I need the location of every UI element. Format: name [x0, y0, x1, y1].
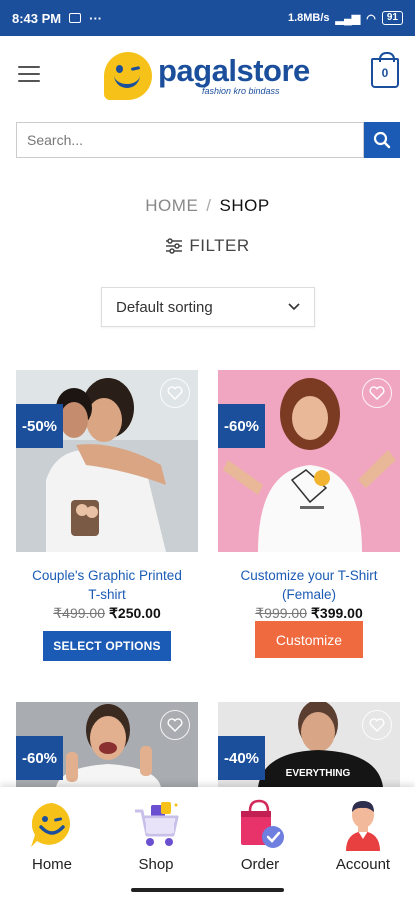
breadcrumb-separator: / [206, 196, 212, 215]
status-bar: 8:43 PM ··· 1.8MB/s ▂▄▆ ◠ 91 [0, 0, 415, 36]
notification-icon [69, 13, 82, 23]
product-price: ₹499.00 ₹250.00 [16, 605, 198, 622]
wishlist-heart-icon[interactable] [160, 378, 190, 408]
filter-button[interactable]: FILTER [0, 236, 415, 256]
nav-label: Account [335, 856, 391, 873]
discount-badge: -60% [16, 736, 63, 780]
breadcrumb-current: SHOP [219, 196, 270, 215]
menu-icon[interactable] [18, 66, 40, 82]
search-icon [373, 131, 391, 149]
smiley-logo-icon [27, 797, 77, 853]
product-image[interactable]: EVERYTHING -40% [218, 702, 400, 787]
nav-order[interactable]: Order [215, 797, 305, 873]
breadcrumb-home[interactable]: HOME [145, 196, 198, 215]
cart-icon[interactable]: 0 [371, 52, 399, 88]
nav-shop[interactable]: Shop [111, 797, 201, 873]
nav-account[interactable]: Account [318, 797, 408, 873]
sale-price: ₹250.00 [109, 605, 161, 621]
nav-home[interactable]: Home [7, 797, 97, 873]
discount-badge: -40% [218, 736, 265, 780]
more-notifications-icon: ··· [89, 10, 103, 26]
wifi-icon: ◠ [366, 12, 376, 25]
breadcrumb: HOME / SHOP [0, 196, 415, 216]
product-image[interactable]: -60% [218, 370, 400, 552]
shirt-print-text: EVERYTHING [286, 768, 351, 779]
search-bar [16, 122, 400, 158]
nav-label: Order [240, 856, 280, 873]
signal-icon: ▂▄▆ [335, 12, 361, 25]
status-time: 8:43 PM [12, 10, 62, 26]
search-input[interactable] [16, 122, 364, 158]
site-logo[interactable]: pagalstore fashion kro bindass [104, 48, 319, 104]
battery-icon: 91 [381, 11, 403, 25]
logo-title: pagalstore [158, 53, 310, 88]
nav-label: Shop [138, 856, 174, 873]
filter-label: FILTER [189, 236, 250, 255]
gesture-home-bar[interactable] [131, 888, 284, 892]
old-price: ₹999.00 [255, 605, 307, 621]
wishlist-heart-icon[interactable] [362, 710, 392, 740]
sorting-value: Default sorting [116, 298, 213, 316]
discount-badge: -60% [218, 404, 265, 448]
sorting-select[interactable]: Default sorting [101, 287, 315, 327]
nav-label: Home [31, 856, 72, 873]
bottom-navigation: Home Shop Order Account [0, 787, 415, 900]
user-avatar-icon [338, 797, 388, 853]
product-image[interactable]: -60% [16, 702, 198, 787]
shopping-cart-icon [131, 797, 181, 853]
cart-count: 0 [381, 66, 389, 80]
site-header: pagalstore fashion kro bindass 0 [0, 36, 415, 114]
smiley-logo-icon [104, 52, 152, 100]
wishlist-heart-icon[interactable] [160, 710, 190, 740]
product-image[interactable]: -50% [16, 370, 198, 552]
customize-button[interactable]: Customize [255, 621, 363, 658]
sale-price: ₹399.00 [311, 605, 363, 621]
search-button[interactable] [364, 122, 400, 158]
product-name[interactable]: Couple's Graphic Printed T-shirt [16, 566, 198, 604]
wishlist-heart-icon[interactable] [362, 378, 392, 408]
network-speed: 1.8MB/s [287, 12, 330, 24]
filter-sliders-icon [166, 238, 183, 254]
product-name[interactable]: Customize your T-Shirt (Female) [218, 566, 400, 604]
shopping-bag-check-icon [235, 797, 285, 853]
discount-badge: -50% [16, 404, 63, 448]
select-options-button[interactable]: SELECT OPTIONS [43, 631, 171, 661]
product-price: ₹999.00 ₹399.00 [218, 605, 400, 622]
chevron-down-icon [288, 303, 300, 311]
old-price: ₹499.00 [53, 605, 105, 621]
